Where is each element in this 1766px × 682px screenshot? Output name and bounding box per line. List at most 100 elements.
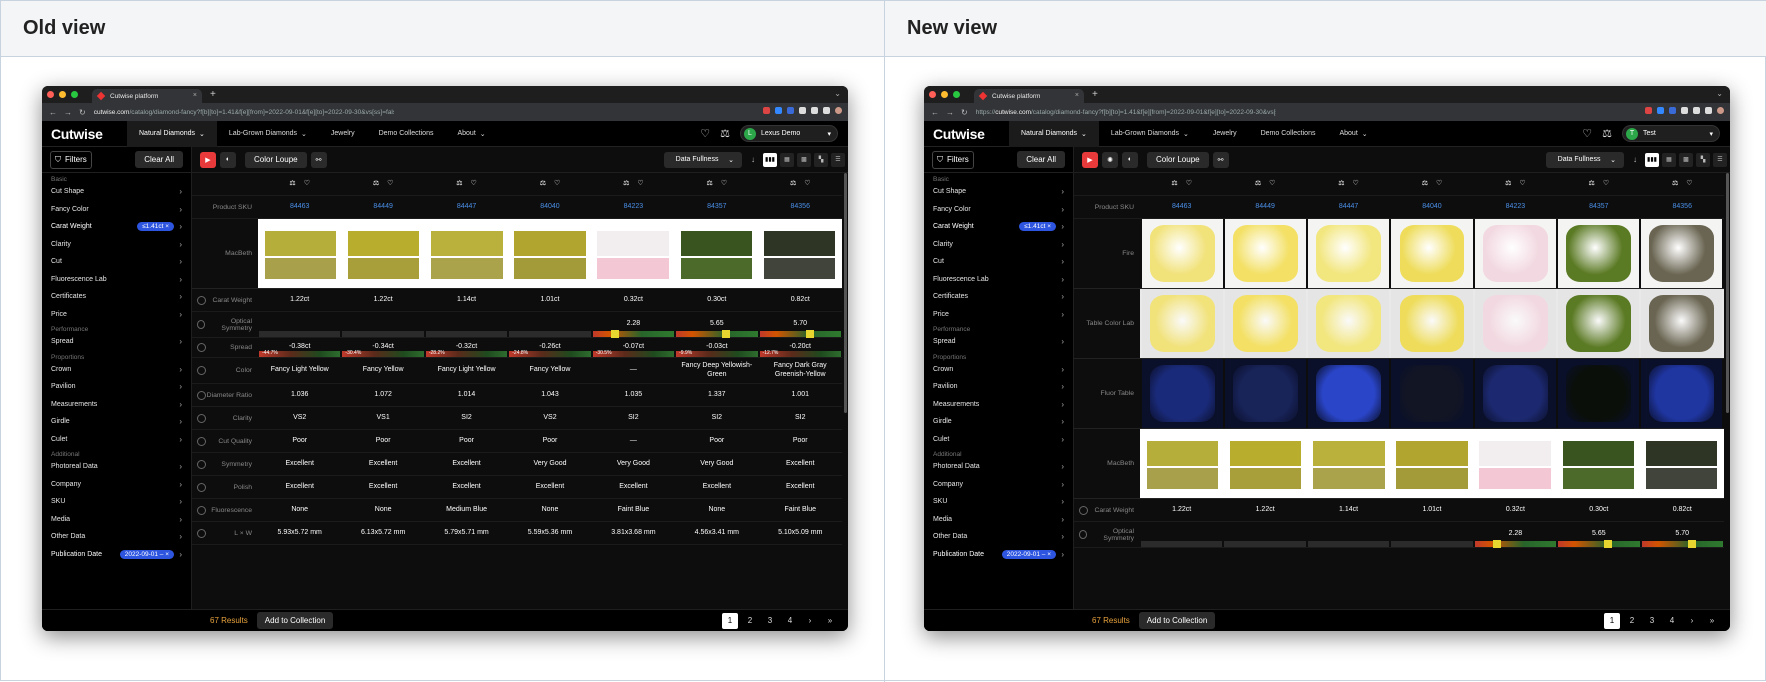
window-control-dot[interactable] [941, 91, 948, 98]
forward-icon[interactable]: → [946, 108, 954, 117]
favorites-heart-icon[interactable]: ♡ [700, 127, 710, 140]
page-button[interactable]: 1 [722, 612, 738, 629]
nav-item-natural-diamonds[interactable]: Natural Diamonds ⌄ [127, 120, 217, 147]
favorite-heart-icon[interactable]: ♡ [387, 180, 393, 188]
compare-icon[interactable]: ⚖ [1255, 180, 1261, 188]
compare-scales-icon[interactable]: ⚖ [720, 127, 730, 140]
media-thumbnail[interactable] [1640, 429, 1722, 498]
view-mode-button[interactable]: ▦ [1662, 152, 1676, 167]
page-button[interactable]: 2 [1624, 613, 1640, 629]
extension-icon[interactable] [1681, 107, 1688, 114]
view-mode-button[interactable]: ▮▮▮ [1645, 152, 1659, 167]
row-info-icon[interactable] [197, 343, 206, 352]
media-thumbnail[interactable] [1474, 359, 1556, 428]
sidebar-item-crown[interactable]: Crown › [924, 361, 1073, 379]
sidebar-item-photoreal-data[interactable]: Photoreal Data › [924, 458, 1073, 476]
media-thumbnail[interactable] [1225, 219, 1307, 288]
media-thumbnail[interactable] [1557, 359, 1639, 428]
nav-item-lab-grown-diamonds[interactable]: Lab-Grown Diamonds ⌄ [1099, 121, 1201, 147]
compare-icon[interactable]: ⚖ [707, 180, 713, 188]
sidebar-item-clarity[interactable]: Clarity › [42, 236, 191, 254]
media-thumbnail[interactable] [1142, 429, 1224, 498]
clear-all-button[interactable]: Clear All [135, 151, 183, 168]
page-button[interactable]: 3 [762, 613, 778, 629]
media-thumbnail[interactable] [1308, 289, 1390, 358]
add-to-collection-button[interactable]: Add to Collection [1138, 612, 1216, 629]
compare-icon[interactable]: ⚖ [1672, 180, 1678, 188]
sidebar-item-fancy-color[interactable]: Fancy Color › [42, 201, 191, 219]
extension-icon[interactable] [1657, 107, 1664, 114]
filters-button[interactable]: ⛉ Filters [50, 150, 92, 169]
sidebar-item-pavilion[interactable]: Pavilion › [924, 378, 1073, 396]
user-menu[interactable]: T Test ▾ [1622, 125, 1720, 142]
compare-icon[interactable]: ⚖ [1422, 180, 1428, 188]
sort-select[interactable]: Data Fullness ⌄ [664, 151, 742, 168]
cutwise-logo[interactable]: Cutwise [51, 126, 127, 142]
media-thumbnail[interactable] [592, 219, 674, 288]
user-menu[interactable]: L Lexus Demo ▾ [740, 125, 838, 142]
page-button[interactable]: 4 [782, 613, 798, 629]
sidebar-item-price[interactable]: Price › [42, 306, 191, 324]
favorite-heart-icon[interactable]: ♡ [804, 180, 810, 188]
view-mode-button[interactable]: ▚ [814, 152, 828, 167]
row-info-icon[interactable] [197, 482, 206, 492]
page-button[interactable]: 3 [1644, 613, 1660, 629]
sidebar-item-sku[interactable]: SKU › [924, 493, 1073, 511]
page-button[interactable]: » [822, 613, 838, 629]
page-button[interactable]: › [1684, 613, 1700, 629]
sidebar-item-crown[interactable]: Crown › [42, 361, 191, 379]
play-button[interactable]: ▶ [1082, 151, 1098, 168]
compare-icon[interactable]: ⚖ [540, 180, 546, 188]
browser-tab[interactable]: Cutwise platform × [92, 89, 202, 103]
window-control-dot[interactable] [929, 91, 936, 98]
view-mode-button[interactable]: ▩ [1679, 152, 1693, 167]
product-sku-link[interactable]: 84463 [1140, 196, 1223, 218]
compare-icon[interactable]: ⚖ [1171, 180, 1177, 188]
media-thumbnail[interactable] [1640, 289, 1722, 358]
product-sku-link[interactable]: 84040 [508, 196, 591, 218]
clear-all-button[interactable]: Clear All [1017, 151, 1065, 168]
page-button[interactable]: 1 [1604, 612, 1620, 629]
extension-icon[interactable] [811, 107, 818, 114]
view-mode-button[interactable]: ▚ [1696, 152, 1710, 167]
fire-mode-button[interactable]: ✺ [1102, 151, 1118, 168]
back-icon[interactable]: ← [931, 108, 939, 117]
filter-chip[interactable]: 2022-09-01 – × [119, 549, 174, 559]
extension-icon[interactable] [799, 107, 806, 114]
extension-icon[interactable] [1669, 107, 1676, 114]
media-thumbnail[interactable] [1557, 429, 1639, 498]
sidebar-item-company[interactable]: Company › [924, 476, 1073, 494]
media-thumbnail[interactable] [260, 219, 342, 288]
extension-icon[interactable] [763, 107, 770, 114]
media-thumbnail[interactable] [1308, 219, 1390, 288]
media-thumbnail[interactable] [1474, 429, 1556, 498]
sort-direction-icon[interactable]: ↓ [746, 153, 760, 167]
media-thumbnail[interactable] [426, 219, 508, 288]
sidebar-item-photoreal-data[interactable]: Photoreal Data › [42, 458, 191, 476]
sidebar-item-fluorescence-lab[interactable]: Fluorescence Lab › [42, 271, 191, 289]
view-mode-button[interactable]: ▦ [780, 152, 794, 167]
extension-icon[interactable] [1717, 107, 1724, 114]
link-button[interactable]: ⚯ [310, 151, 327, 168]
scrollbar[interactable] [844, 173, 847, 413]
filters-button[interactable]: ⛉ Filters [932, 150, 974, 169]
media-thumbnail[interactable] [1308, 429, 1390, 498]
window-control-dot[interactable] [953, 91, 960, 98]
media-thumbnail[interactable] [1391, 219, 1473, 288]
favorite-heart-icon[interactable]: ♡ [637, 180, 643, 188]
new-tab-icon[interactable]: + [210, 89, 216, 100]
media-thumbnail[interactable] [1640, 219, 1722, 288]
color-loupe-button[interactable]: Color Loupe [245, 151, 307, 168]
row-info-icon[interactable] [1079, 530, 1088, 539]
compare-icon[interactable]: ⚖ [1589, 180, 1595, 188]
product-sku-link[interactable]: 84447 [425, 196, 508, 218]
row-info-icon[interactable] [197, 413, 206, 423]
product-sku-link[interactable]: 84357 [675, 196, 758, 218]
favorite-heart-icon[interactable]: ♡ [1603, 180, 1609, 188]
compare-icon[interactable]: ⚖ [623, 180, 629, 188]
sidebar-item-girdle[interactable]: Girdle › [42, 413, 191, 431]
view-mode-button[interactable]: ☰ [1713, 152, 1727, 167]
row-info-icon[interactable] [197, 505, 206, 515]
contrast-button[interactable]: ◐ [1122, 151, 1138, 168]
media-thumbnail[interactable] [1225, 289, 1307, 358]
